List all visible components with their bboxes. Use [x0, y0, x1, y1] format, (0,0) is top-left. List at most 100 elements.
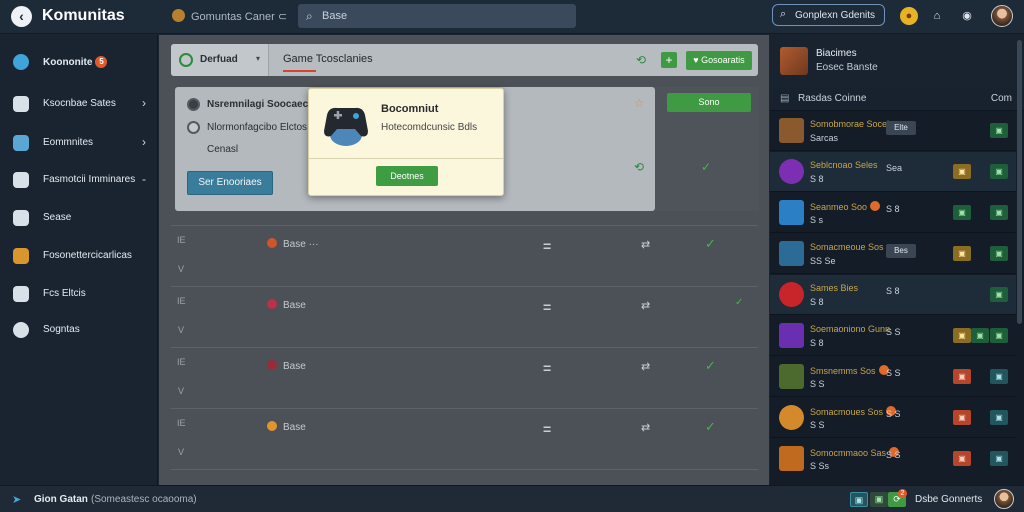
menu-icon[interactable]: = [543, 360, 551, 376]
sidebar-item-charts[interactable]: Fcs Eltcis [0, 279, 158, 309]
item-value: S 8 [886, 204, 900, 214]
featured-item[interactable]: Biacimes Eosec Banste [770, 35, 1024, 87]
left-sidebar: Koononite 5 Ksocnbae Sates › Eommnites › … [0, 35, 158, 485]
toggle-chip[interactable]: ▣ [850, 492, 868, 507]
status-chip[interactable]: ▣ [990, 369, 1008, 384]
breadcrumb[interactable]: Gomuntas Caner ⊂ [172, 9, 287, 23]
status-chip[interactable]: ▣ [953, 205, 971, 220]
tab-game-tcosclanies[interactable]: Game Tcosclanies [283, 53, 373, 65]
item-value: S S [886, 409, 901, 419]
list-item[interactable]: Seblcnoao Seles S 8 Sea ▣ ▣ [770, 152, 1016, 192]
dialog-confirm-button[interactable]: Deotnes [376, 166, 438, 186]
sidebar-item-label: Ksocnbae Sates [43, 98, 116, 109]
game-thumbnail [779, 159, 804, 184]
swap-icon[interactable]: ⇄ [641, 421, 650, 434]
notification-bell-icon[interactable]: ● [900, 7, 918, 25]
secondary-search-input[interactable] [795, 8, 881, 22]
sidebar-item-stack[interactable]: Sease [0, 203, 158, 233]
chevron-right-icon: › [142, 135, 146, 149]
home-icon[interactable]: ⌂ [928, 7, 946, 25]
right-panel: Biacimes Eosec Banste ▤ Rasdas Coinne Co… [770, 35, 1024, 485]
status-chip[interactable]: ▣ [990, 451, 1008, 466]
user-avatar[interactable] [991, 5, 1013, 27]
user-avatar[interactable] [994, 489, 1014, 509]
sidebar-item-label: Koononite 5 [43, 56, 108, 68]
sidebar-item-settings[interactable]: Sogntas [0, 315, 158, 345]
swap-icon[interactable]: ⇄ [641, 360, 650, 373]
sidebar-item-sales[interactable]: Ksocnbae Sates › [0, 89, 158, 119]
list-header-right[interactable]: Com [991, 93, 1012, 104]
row-expand-icon[interactable]: V [178, 386, 184, 396]
refresh-icon[interactable]: ⟲ [633, 52, 649, 68]
check-circle-icon [179, 53, 193, 67]
status-chip[interactable]: ▣ [990, 410, 1008, 425]
status-chip[interactable]: ▣ [990, 123, 1008, 138]
search-box: ⌕ [298, 4, 576, 28]
back-arrow-icon[interactable]: ‹ [11, 6, 32, 27]
gear-icon [13, 322, 29, 338]
list-item[interactable]: Soemaoniono Gunn S 8 S S ▣ ▣ ▣ [770, 316, 1016, 356]
row-expand-icon[interactable]: V [178, 264, 184, 274]
radio-button[interactable] [187, 121, 200, 134]
primary-action-button[interactable]: ♥ Gosoaratis [686, 51, 752, 70]
game-icon [267, 238, 277, 248]
toggle-chip[interactable]: ▣ [870, 492, 888, 507]
status-chip[interactable]: ▣ [953, 246, 971, 261]
list-icon: ▤ [780, 93, 790, 104]
item-meta: S s [810, 215, 824, 225]
side-panel-button[interactable]: Sono [667, 93, 751, 112]
list-item[interactable]: Somacmoues Sos S S S S ▣ ▣ [770, 398, 1016, 438]
search-icon: ⌕ [780, 8, 787, 20]
right-panel-scrollbar[interactable] [1017, 40, 1022, 324]
table-row[interactable]: IE V Base = ⇄ ✓ [171, 408, 758, 469]
list-item[interactable]: Sames Bies S 8 S 8 ▣ [770, 275, 1016, 315]
status-chip[interactable]: ▣ [971, 328, 989, 343]
share-icon[interactable]: ➤ [12, 493, 21, 506]
row-expand-icon[interactable]: V [178, 325, 184, 335]
status-chip[interactable]: ▣ [953, 451, 971, 466]
search-input[interactable] [322, 8, 562, 24]
swap-icon[interactable]: ⇄ [641, 299, 650, 312]
table-row[interactable]: IE V Base ··· = ⇄ ✓ [171, 225, 758, 286]
status-chip[interactable]: ▣ [990, 287, 1008, 302]
dropdown-label: Derfuad [200, 54, 238, 65]
dialog-subtitle: Hotecomdcunsic Bdls [381, 122, 478, 133]
check-icon: ✓ [705, 358, 716, 373]
row-key: IE [177, 418, 186, 428]
menu-icon[interactable]: = [543, 299, 551, 315]
list-item[interactable]: Somacmeoue Sos SS Se Bes ▣ ▣ [770, 234, 1016, 274]
secondary-button[interactable]: Ser Enooriaes [187, 171, 273, 195]
list-item[interactable]: Somobmorae Socelra Sarcas Elte ▣ [770, 111, 1016, 151]
status-chip[interactable]: ▣ [990, 205, 1008, 220]
check-icon: ✓ [705, 236, 716, 251]
sidebar-item-komunitas[interactable]: Koononite 5 [0, 47, 158, 77]
refresh-icon[interactable]: ⟲ [631, 159, 647, 175]
menu-icon[interactable]: = [543, 238, 551, 254]
default-dropdown[interactable]: Derfuad ▾ [171, 44, 269, 76]
item-name: Sames Bies [810, 283, 859, 293]
row-expand-icon[interactable]: V [178, 447, 184, 457]
table-row[interactable]: IE V Base = ⇄ ✓ [171, 286, 758, 347]
status-chip[interactable]: ▣ [953, 369, 971, 384]
list-item[interactable]: Somocmmaoo Sas S Ss S S ▣ ▣ [770, 439, 1016, 485]
chat-icon[interactable]: ◉ [958, 7, 976, 25]
status-chip[interactable]: ▣ [953, 328, 971, 343]
sidebar-item-communities[interactable]: Eommnites › [0, 128, 158, 158]
add-icon[interactable]: + [661, 52, 677, 68]
status-chip[interactable]: ▣ [953, 164, 971, 179]
sidebar-item-search[interactable]: Fasmotcii Imminares - [0, 165, 158, 195]
status-chip[interactable]: ▣ [990, 328, 1008, 343]
menu-icon[interactable]: = [543, 421, 551, 437]
table-row[interactable]: IE V Base = ⇄ ✓ [171, 347, 758, 408]
star-icon[interactable]: ☆ [631, 95, 647, 111]
list-item[interactable]: Seanmeo Soo S s S 8 ▣ ▣ [770, 193, 1016, 233]
radio-button[interactable] [187, 98, 200, 111]
table-row[interactable] [171, 469, 758, 485]
status-chip[interactable]: ▣ [953, 410, 971, 425]
swap-icon[interactable]: ⇄ [641, 238, 650, 251]
featured-title: Biacimes [816, 48, 857, 59]
sidebar-item-packages[interactable]: Fosonettercicarlicas [0, 241, 158, 271]
status-chip[interactable]: ▣ [990, 164, 1008, 179]
status-chip[interactable]: ▣ [990, 246, 1008, 261]
list-item[interactable]: Smsnemms Sos S S S S ▣ ▣ [770, 357, 1016, 397]
